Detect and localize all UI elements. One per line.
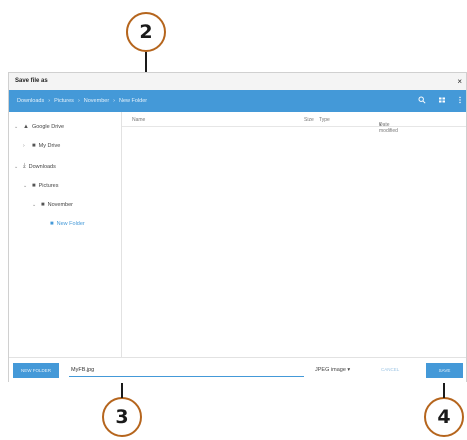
- tree-item-label: Google Drive: [31, 124, 65, 130]
- filename-input[interactable]: [69, 364, 304, 377]
- chevron-down-icon[interactable]: ⌄: [14, 164, 20, 170]
- chevron-right-icon[interactable]: ›: [23, 143, 29, 149]
- cancel-button[interactable]: CANCEL: [381, 367, 399, 372]
- chevron-down-icon[interactable]: ⌄: [23, 183, 29, 189]
- tree-item-label: Downloads: [28, 163, 56, 170]
- dialog-footer: NEW FOLDER JPEG image ▾ CANCEL SAVE: [9, 357, 466, 383]
- tree-item-label: Pictures: [38, 183, 59, 189]
- callout-2: 2: [126, 12, 166, 52]
- breadcrumb-separator: ›: [48, 98, 51, 104]
- tree-item-downloads[interactable]: ⌄ ⤓ Downloads: [14, 163, 56, 170]
- close-icon[interactable]: ×: [457, 73, 462, 90]
- breadcrumb-separator: ›: [113, 98, 115, 104]
- folder-icon: ■: [32, 183, 36, 189]
- tree-item-new-folder[interactable]: ■ New Folder: [50, 221, 85, 227]
- folder-tree: ⌄ ▲ Google Drive › ■ My Drive ⌄ ⤓ Downlo…: [9, 112, 122, 357]
- tree-item-pictures[interactable]: ⌄ ■ Pictures: [23, 183, 59, 189]
- file-list-header: Name Size Type Date modified ▾: [122, 112, 466, 134]
- breadcrumb-pictures[interactable]: Pictures: [54, 90, 74, 112]
- file-type-label: JPEG image: [315, 367, 346, 373]
- breadcrumb-downloads[interactable]: Downloads: [17, 90, 44, 112]
- folder-icon: ■: [41, 202, 45, 208]
- drive-icon: ▲: [23, 124, 29, 130]
- column-name[interactable]: Name: [132, 117, 145, 123]
- sort-arrow-icon: ▾: [379, 122, 382, 128]
- download-icon: ⤓: [23, 163, 26, 169]
- breadcrumb-separator: ›: [77, 98, 80, 104]
- column-size[interactable]: Size: [304, 117, 314, 123]
- grid-view-icon[interactable]: [437, 96, 447, 106]
- tree-item-google-drive[interactable]: ⌄ ▲ Google Drive: [14, 124, 64, 130]
- tree-item-label: November: [47, 202, 73, 208]
- tree-item-label: My Drive: [38, 143, 61, 149]
- save-file-dialog: Save file as × Downloads › Pictures › No…: [8, 72, 467, 383]
- file-list: Name Size Type Date modified ▾: [122, 112, 466, 357]
- tree-item-label: New Folder: [56, 221, 85, 227]
- dialog-titlebar: Save file as ×: [9, 73, 466, 90]
- more-vert-icon[interactable]: [455, 96, 465, 106]
- breadcrumb-new-folder[interactable]: New Folder: [119, 90, 147, 112]
- tree-item-my-drive[interactable]: › ■ My Drive: [23, 143, 60, 149]
- folder-icon: ■: [50, 221, 54, 227]
- tree-item-november[interactable]: ⌄ ■ November: [32, 202, 73, 208]
- new-folder-button[interactable]: NEW FOLDER: [13, 363, 59, 378]
- chevron-down-icon[interactable]: ⌄: [14, 124, 20, 130]
- chevron-down-icon: ▾: [347, 367, 351, 373]
- chevron-down-icon[interactable]: ⌄: [32, 202, 38, 208]
- folder-icon: ■: [32, 143, 36, 149]
- breadcrumb-trail: Downloads › Pictures › November › New Fo…: [17, 90, 147, 112]
- search-icon[interactable]: [417, 96, 427, 106]
- callout-3: 3: [102, 397, 142, 437]
- dialog-title: Save file as: [15, 78, 48, 84]
- breadcrumb-november[interactable]: November: [84, 90, 109, 112]
- callout-4: 4: [424, 397, 464, 437]
- breadcrumb: Downloads › Pictures › November › New Fo…: [9, 90, 466, 112]
- file-type-select[interactable]: JPEG image ▾: [315, 367, 350, 373]
- column-type[interactable]: Type: [319, 117, 330, 123]
- save-button[interactable]: SAVE: [426, 363, 463, 378]
